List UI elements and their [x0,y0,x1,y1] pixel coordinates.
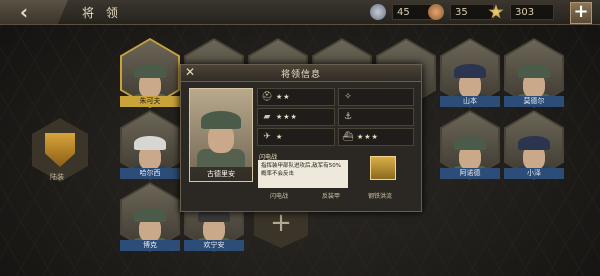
stat-stars: ★ [276,133,284,141]
general-portrait-large: 古德里安 [189,88,253,182]
back-button[interactable]: ‹ [0,0,68,24]
category-label: 陆装 [50,173,64,181]
stat-artillery: ✧ [338,88,414,106]
stat-stars: ★★★ [276,113,298,121]
top-bar: ‹ 将 领 45 35 303 + [0,0,600,25]
general-name-label: 哈尔西 [120,168,180,179]
page-title: 将 领 [82,6,122,20]
star-badge-counter: 303 [488,3,554,21]
general-name-label: 朱可夫 [120,96,180,107]
skill-label: 反装甲 [322,193,341,200]
bronze-medal-icon [428,4,444,20]
general-portrait [197,107,245,167]
stat-aircraft: ✈ ★ [257,128,335,146]
star-badge-icon [488,4,504,19]
skill-label: 闪电战 [270,193,289,200]
ship-icon: ⛴ [342,132,354,142]
plus-icon: + [270,208,292,238]
stat-tank: ▰ ★★★ [257,108,335,126]
general-name-label: 莫德尔 [504,96,564,107]
stat-infantry: ⛑ ★★ [257,88,335,106]
infantry-icon: ⛑ [261,92,273,102]
general-name-label: 博克 [120,240,180,251]
plus-icon: + [573,1,589,22]
star-badge-value: 303 [510,4,554,20]
general-name-label: 小泽 [504,168,564,179]
dialog-title: 将领信息 [280,70,321,80]
navy-icon: ⚓ [343,112,353,122]
tank-icon: ▰ [263,112,271,122]
general-name-label: 阿诺德 [440,168,500,179]
iron-torrent-skill-icon[interactable] [370,156,396,180]
silver-medal-icon [370,4,386,20]
general-name-label: 山本 [440,96,500,107]
skill-label: 钢铁洪流 [368,193,393,200]
dialog-header: ✕ 将领信息 [181,65,421,82]
back-arrow-icon: ‹ [19,0,29,24]
general-name-label: 欢宁安 [184,240,244,251]
skill-tooltip: 指挥装甲部队进攻后,敌军有50%概率不会反击 [258,160,348,188]
stat-stars: ★★★ [357,133,379,141]
aircraft-icon: ✈ [263,132,271,142]
stat-navy: ⚓ [338,108,414,126]
add-resource-button[interactable]: + [570,2,592,24]
stat-stars: ★★ [276,93,291,101]
stat-ship: ⛴ ★★★ [338,128,414,146]
artillery-icon: ✧ [344,92,352,102]
bronze-medal-counter: 35 [428,3,494,21]
silver-medal-counter: 45 [370,3,436,21]
general-name: 古德里安 [190,167,252,181]
